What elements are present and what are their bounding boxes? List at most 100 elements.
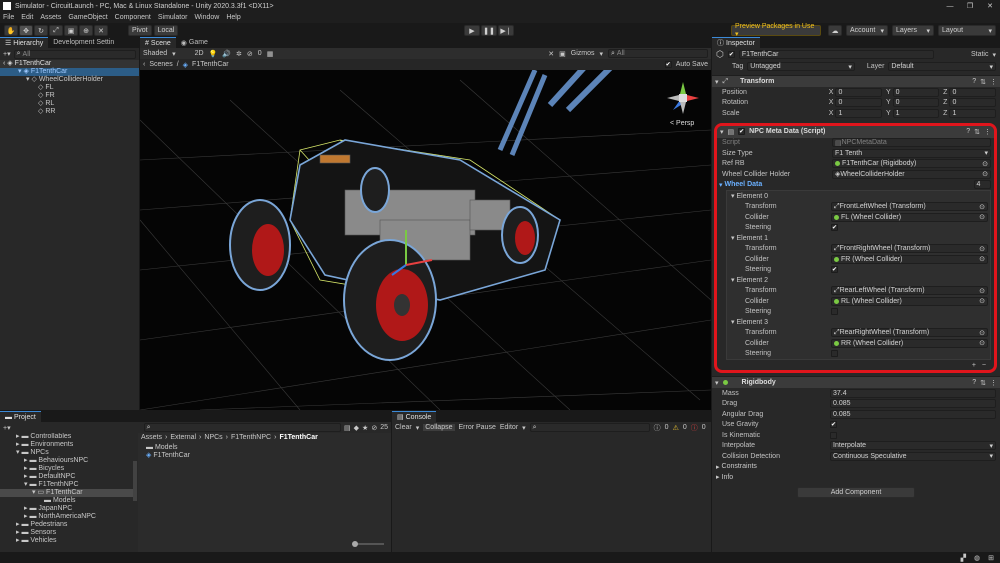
object-picker-icon[interactable]: ⊙ — [982, 160, 988, 168]
label-icon[interactable]: ◆ — [354, 424, 359, 432]
more-icon[interactable]: ⋮ — [984, 128, 991, 136]
hierarchy-item-fr[interactable]: ◇ FR — [0, 92, 139, 100]
scale-z-field[interactable]: 1 — [949, 108, 996, 118]
object-picker-icon[interactable]: ⊙ — [979, 297, 985, 305]
hidden-packages-icon[interactable]: ⊘ — [371, 424, 377, 432]
icon-size-slider[interactable] — [352, 541, 384, 547]
tab-hierarchy[interactable]: ☰ Hierarchy — [0, 37, 49, 48]
element-transform-field[interactable]: ⤢ RearLeftWheel (Transform) ⊙ — [831, 286, 988, 296]
warning-log-icon[interactable]: ⚠ — [673, 424, 679, 432]
element-collider-field[interactable]: RL (Wheel Collider) ⊙ — [831, 296, 988, 306]
rotation-x-field[interactable]: 0 — [835, 98, 882, 108]
add-icon[interactable]: +▾ — [3, 50, 11, 58]
close-icon[interactable]: ✕ — [980, 2, 1000, 10]
object-picker-icon[interactable]: ⊙ — [979, 339, 985, 347]
scene-root-item[interactable]: ‹ ◈ F1TenthCar — [0, 60, 139, 68]
ref-rb-field[interactable]: F1TenthCar (Rigidbody) ⊙ — [832, 159, 991, 169]
account-dropdown[interactable]: Account ▾ — [846, 25, 888, 36]
wheel-data-size-field[interactable]: 4 — [973, 180, 991, 190]
minimize-icon[interactable]: — — [940, 3, 960, 10]
local-toggle[interactable]: Local — [153, 25, 179, 36]
element-label[interactable]: Element 1 — [737, 235, 769, 242]
layers-dropdown[interactable]: Layers ▾ — [892, 25, 934, 36]
add-component-button[interactable]: Add Component — [797, 486, 915, 498]
folder-item[interactable]: ▸ ▬ Vehicles — [0, 537, 135, 545]
folder-item[interactable]: ▾ ▬ NPCs — [0, 449, 135, 457]
path-npcs[interactable]: NPCs — [204, 434, 222, 441]
help-icon[interactable]: ? — [972, 78, 976, 85]
menu-component[interactable]: Component — [115, 14, 151, 21]
grid-icon[interactable]: ▦ — [267, 50, 274, 58]
slider-handle[interactable] — [352, 541, 358, 547]
is-kinematic-checkbox[interactable] — [830, 431, 837, 439]
object-picker-icon[interactable]: ⊙ — [979, 255, 985, 263]
element-collider-field[interactable]: FR (Wheel Collider) ⊙ — [831, 254, 988, 264]
rotation-y-field[interactable]: 0 — [892, 98, 940, 108]
menu-gameobject[interactable]: GameObject — [68, 14, 107, 21]
network-icon[interactable]: ⊞ — [988, 554, 994, 562]
object-picker-icon[interactable]: ⊙ — [979, 245, 985, 253]
scene-viewport[interactable]: < Persp — [140, 70, 711, 410]
collapse-button[interactable]: Collapse — [423, 424, 455, 431]
help-icon[interactable]: ? — [966, 128, 970, 135]
help-icon[interactable]: ? — [972, 379, 976, 386]
folder-item[interactable]: ▸ ▬ Bicycles — [0, 465, 135, 473]
collision-detection-dropdown[interactable]: Continuous Speculative ▾ — [830, 451, 996, 461]
preset-icon[interactable]: ⇅ — [980, 78, 986, 86]
menu-window[interactable]: Window — [194, 14, 219, 21]
info-foldout[interactable]: ▸ Info — [712, 472, 1000, 483]
folder-item[interactable]: ▸ ▬ Environments — [0, 441, 135, 449]
project-search-input[interactable]: ⌕ — [143, 423, 342, 432]
interpolate-dropdown[interactable]: Interpolate ▾ — [830, 441, 996, 451]
rotation-z-field[interactable]: 0 — [949, 98, 996, 108]
path-external[interactable]: External — [170, 434, 196, 441]
console-search-input[interactable]: ⌕ — [529, 423, 650, 432]
clear-button[interactable]: Clear — [395, 424, 412, 431]
folder-item[interactable]: ▸ ▬ Controllables — [0, 433, 135, 441]
element-label[interactable]: Element 2 — [737, 277, 769, 284]
move-tool-icon[interactable]: ✥ — [19, 25, 33, 36]
auto-save-checkbox[interactable]: ✔ — [664, 61, 672, 68]
folder-item[interactable]: ▸ ▬ Sensors — [0, 529, 135, 537]
element-label[interactable]: Element 0 — [737, 193, 769, 200]
folder-item[interactable]: ▸ ▬ NorthAmericaNPC — [0, 513, 135, 521]
filter-icon[interactable]: ▤ — [344, 424, 351, 432]
menu-edit[interactable]: Edit — [21, 14, 33, 21]
audio-icon[interactable]: 🔊 — [222, 50, 231, 58]
transform-header[interactable]: ▾ ⤢ Transform ? ⇅ ⋮ — [712, 75, 1000, 87]
hierarchy-item-f1tenthcar[interactable]: ▾ ◈ F1TenthCar — [0, 68, 139, 76]
folder-item[interactable]: ▸ ▬ Pedestrians — [0, 521, 135, 529]
folder-item[interactable]: ▸ ▬ DefaultNPC — [0, 473, 135, 481]
object-picker-icon[interactable]: ⊙ — [979, 213, 985, 221]
object-picker-icon[interactable]: ⊙ — [979, 329, 985, 337]
effects-icon[interactable]: ✲ — [236, 50, 242, 58]
constraints-foldout[interactable]: ▸ Constraints — [712, 462, 1000, 473]
element-steering-checkbox[interactable] — [831, 350, 838, 358]
hidden-objects-icon[interactable]: ⊘ — [247, 50, 253, 58]
use-gravity-checkbox[interactable]: ✔ — [830, 421, 837, 429]
camera-icon[interactable]: ▣ — [559, 50, 566, 58]
foldout-arrow-icon[interactable]: ▾ — [731, 192, 735, 200]
menu-help[interactable]: Help — [226, 14, 240, 21]
active-checkbox[interactable]: ✔ — [727, 51, 735, 58]
hand-tool-icon[interactable]: ✋ — [4, 25, 18, 36]
element-label[interactable]: Element 3 — [737, 319, 769, 326]
menu-file[interactable]: File — [3, 14, 14, 21]
layout-dropdown[interactable]: Layout ▾ — [938, 25, 996, 36]
persp-label[interactable]: < Persp — [670, 120, 694, 127]
layer-dropdown[interactable]: Default ▾ — [888, 62, 996, 71]
tools-icon[interactable]: ✕ — [548, 50, 554, 58]
tag-dropdown[interactable]: Untagged ▾ — [747, 62, 855, 71]
preset-icon[interactable]: ⇅ — [974, 128, 980, 136]
foldout-arrow-icon[interactable]: ▾ — [719, 181, 723, 189]
lighting-icon[interactable]: 💡 — [209, 50, 218, 58]
foldout-arrow-icon[interactable]: ▾ — [731, 318, 735, 326]
breadcrumb-scenes[interactable]: Scenes — [149, 61, 172, 68]
play-icon[interactable]: ▶ — [464, 25, 480, 36]
info-log-icon[interactable]: ⓘ — [654, 423, 661, 433]
tab-game[interactable]: ◉ Game — [176, 37, 213, 48]
element-transform-field[interactable]: ⤢ FrontLeftWheel (Transform) ⊙ — [831, 202, 988, 212]
object-picker-icon[interactable]: ⊙ — [982, 170, 988, 178]
more-icon[interactable]: ⋮ — [990, 379, 997, 387]
menu-simulator[interactable]: Simulator — [158, 14, 188, 21]
